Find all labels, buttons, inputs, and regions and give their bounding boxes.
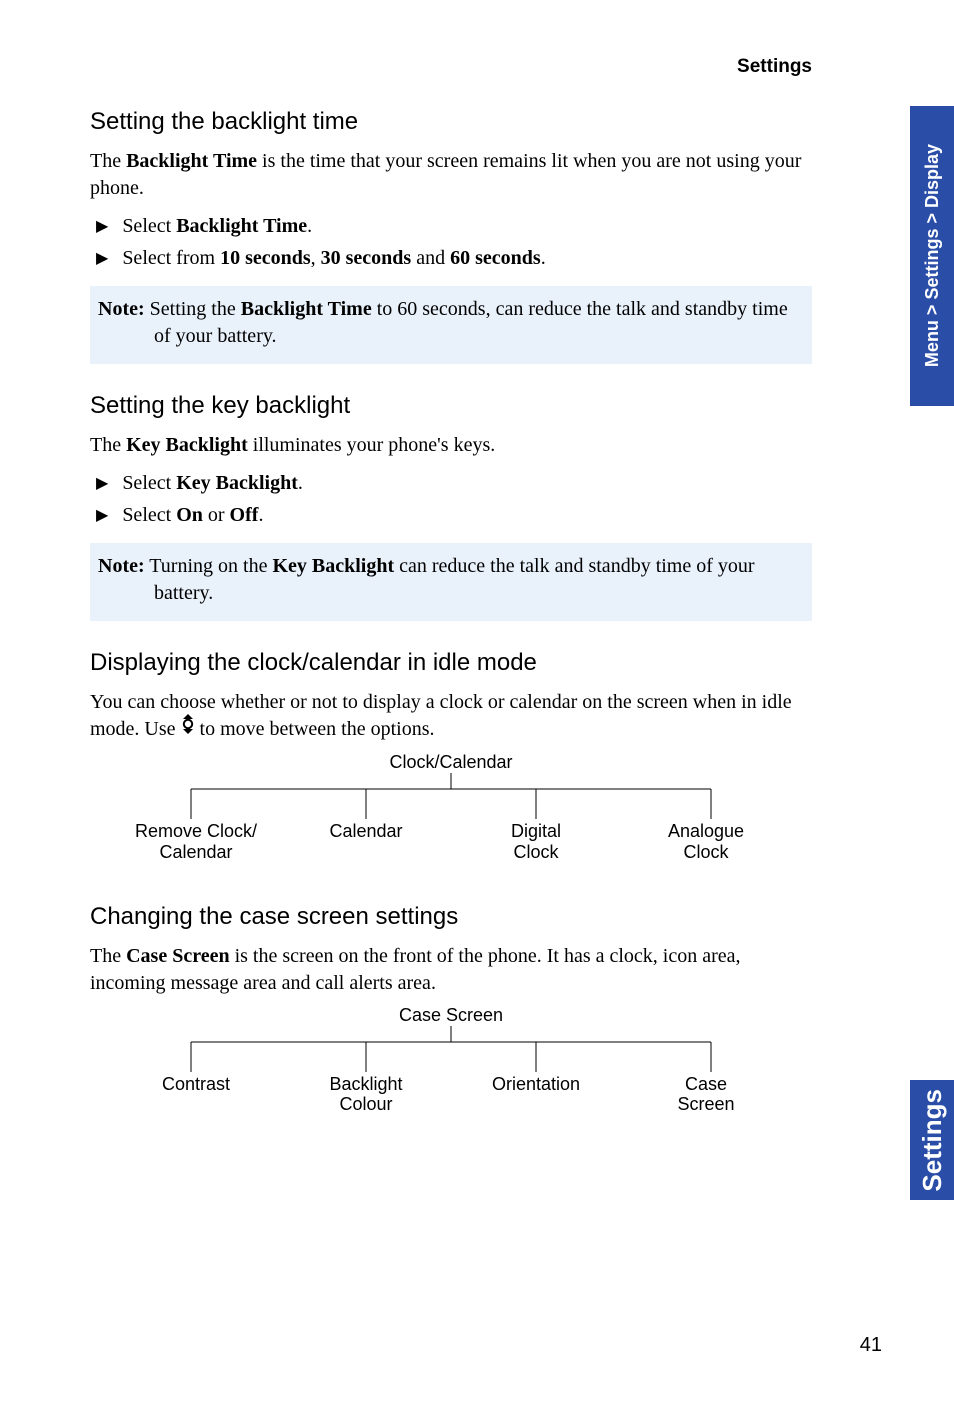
- diagram-case-screen: Case Screen Contrast BacklightColour Ori…: [111, 1005, 791, 1115]
- side-tab-section: Settings: [910, 1080, 954, 1200]
- page-number: 41: [860, 1334, 882, 1357]
- diagram-title: Clock/Calendar: [111, 752, 791, 773]
- side-tab-breadcrumb-text: Menu > Settings > Display: [922, 144, 943, 367]
- bullet-select-on-off: ▶ Select On or Off.: [96, 499, 812, 531]
- leaf-analogue-clock: AnalogueClock: [621, 821, 791, 862]
- triangle-bullet-icon: ▶: [96, 471, 108, 497]
- diagram-title: Case Screen: [111, 1005, 791, 1026]
- heading-clock-calendar: Displaying the clock/calendar in idle mo…: [90, 649, 812, 677]
- para-key-backlight: The Key Backlight illuminates your phone…: [90, 432, 812, 459]
- leaf-calendar: Calendar: [281, 821, 451, 862]
- side-tab-breadcrumb: Menu > Settings > Display: [910, 106, 954, 406]
- leaf-remove-clock-calendar: Remove Clock/Calendar: [111, 821, 281, 862]
- leaf-backlight-colour: BacklightColour: [281, 1074, 451, 1115]
- navigation-key-icon: [181, 714, 195, 742]
- para-clock-calendar: You can choose whether or not to display…: [90, 689, 812, 744]
- leaf-contrast: Contrast: [111, 1074, 281, 1115]
- note-key-backlight: Note: Turning on the Key Backlight can r…: [90, 543, 812, 621]
- triangle-bullet-icon: ▶: [96, 214, 108, 240]
- bullet-select-backlight-seconds: ▶ Select from 10 seconds, 30 seconds and…: [96, 242, 812, 274]
- leaf-case-screen: CaseScreen: [621, 1074, 791, 1115]
- bullet-select-backlight-time: ▶ Select Backlight Time.: [96, 210, 812, 242]
- triangle-bullet-icon: ▶: [96, 246, 108, 272]
- note-backlight-time: Note: Setting the Backlight Time to 60 s…: [90, 286, 812, 364]
- heading-case-screen: Changing the case screen settings: [90, 903, 812, 931]
- heading-backlight-time: Setting the backlight time: [90, 108, 812, 136]
- page-header: Settings: [90, 56, 812, 78]
- para-case-screen: The Case Screen is the screen on the fro…: [90, 943, 812, 997]
- para-backlight-time: The Backlight Time is the time that your…: [90, 148, 812, 202]
- tree-connector-icon: [131, 773, 771, 823]
- leaf-digital-clock: DigitalClock: [451, 821, 621, 862]
- tree-connector-icon: [131, 1026, 771, 1076]
- triangle-bullet-icon: ▶: [96, 503, 108, 529]
- diagram-clock-calendar: Clock/Calendar Remove Clock/Calendar Cal…: [111, 752, 791, 862]
- side-tab-section-text: Settings: [917, 1089, 948, 1192]
- leaf-orientation: Orientation: [451, 1074, 621, 1115]
- heading-key-backlight: Setting the key backlight: [90, 392, 812, 420]
- bullet-select-key-backlight: ▶ Select Key Backlight.: [96, 467, 812, 499]
